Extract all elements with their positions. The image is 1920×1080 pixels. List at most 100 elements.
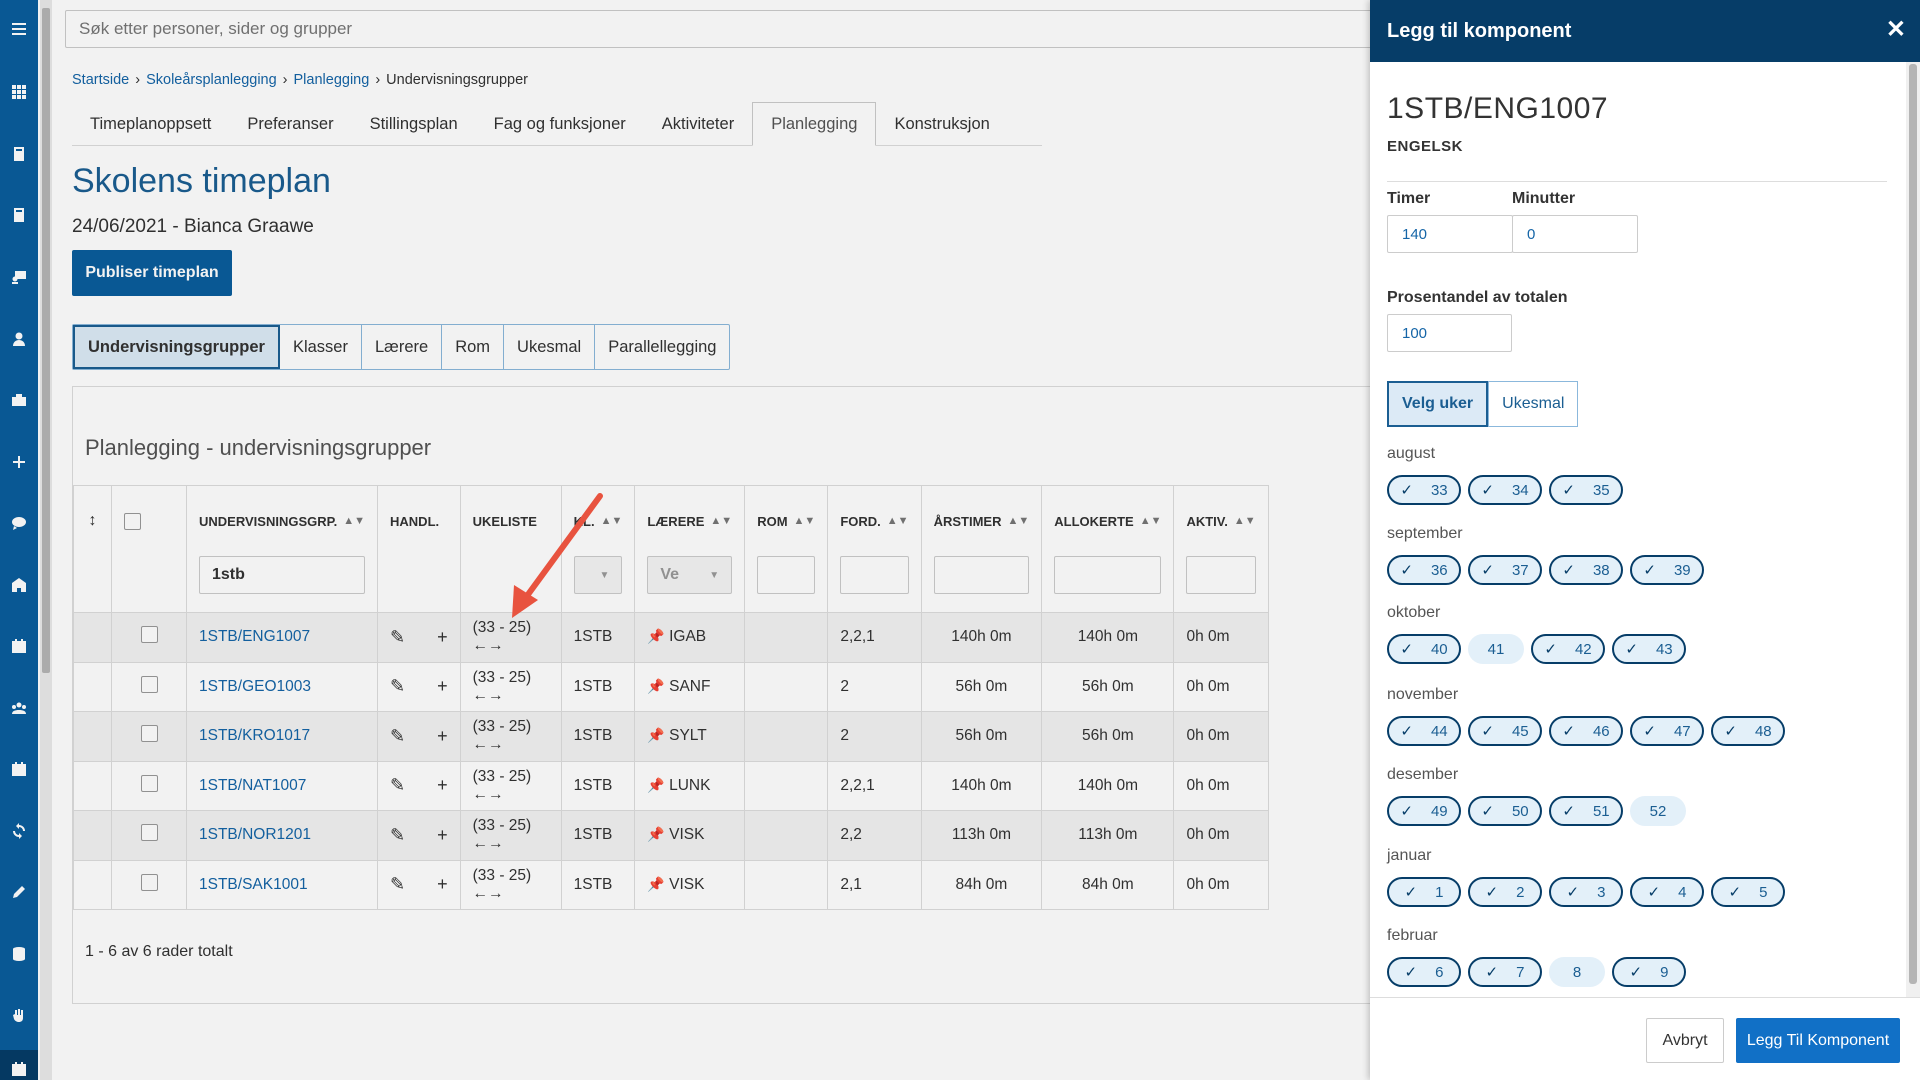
plus-icon[interactable]: + <box>437 627 448 648</box>
chat-icon[interactable] <box>0 504 38 542</box>
distribution-filter-input[interactable] <box>840 556 909 594</box>
group-link[interactable]: 1STB/ENG1007 <box>185 612 379 663</box>
pencil-icon[interactable]: ✎ <box>390 726 405 747</box>
school-icon[interactable] <box>0 566 38 604</box>
arrows-icon[interactable]: ←→ <box>473 736 504 753</box>
week-toggle-49[interactable]: ✓ 49 <box>1387 796 1461 826</box>
arrows-icon[interactable]: ←→ <box>473 885 504 902</box>
table-row[interactable]: 1STB/SAK1001 ✎ + (33 - 25) ←→ 1STB 📌 VISK… <box>73 859 1269 910</box>
week-toggle-50[interactable]: ✓ 50 <box>1468 796 1542 826</box>
week-toggle-48[interactable]: ✓ 48 <box>1711 716 1785 746</box>
breadcrumb-planlegging[interactable]: Planlegging <box>294 72 370 88</box>
search-input[interactable]: Søk etter personer, sider og grupper <box>65 10 1435 48</box>
week-toggle-40[interactable]: ✓ 40 <box>1387 634 1461 664</box>
close-icon[interactable]: ✕ <box>1886 16 1906 44</box>
sort-icon[interactable]: ▲▼ <box>601 515 623 527</box>
sync-icon[interactable] <box>0 812 38 850</box>
col-undervisningsgrp[interactable]: UNDERVISNINGSGRP. ▲▼ 1stb <box>185 485 379 613</box>
breadcrumb-startside[interactable]: Startside <box>72 72 129 88</box>
teacher-filter-select[interactable]: Ve ▼ <box>647 556 733 594</box>
week-toggle-51[interactable]: ✓ 51 <box>1549 796 1623 826</box>
col-allokerte[interactable]: ALLOKERTE ▲▼ <box>1041 485 1175 613</box>
toggle-ukesmal[interactable]: Ukesmal <box>1488 381 1579 427</box>
drawer-scrollbar[interactable] <box>1906 62 1920 997</box>
week-toggle-36[interactable]: ✓ 36 <box>1387 555 1461 585</box>
plus-icon[interactable]: + <box>437 726 448 747</box>
pencil-icon[interactable]: ✎ <box>390 874 405 895</box>
sort-icon[interactable]: ▲▼ <box>1140 515 1162 527</box>
briefcase-icon[interactable] <box>0 381 38 419</box>
col-arstimer[interactable]: ÅRSTIMER ▲▼ <box>920 485 1043 613</box>
hours-input[interactable]: 140 <box>1387 215 1513 253</box>
row-checkbox[interactable] <box>140 824 158 842</box>
week-toggle-37[interactable]: ✓ 37 <box>1468 555 1542 585</box>
segment-rom[interactable]: Rom <box>442 325 505 369</box>
plus-icon[interactable]: + <box>437 676 448 697</box>
plus-icon[interactable]: + <box>437 874 448 895</box>
week-toggle-4[interactable]: ✓ 4 <box>1630 877 1704 907</box>
monitor-user-icon[interactable] <box>0 258 38 296</box>
week-toggle-38[interactable]: ✓ 38 <box>1549 555 1623 585</box>
row-checkbox[interactable] <box>140 725 158 743</box>
segment-laerere[interactable]: Lærere <box>362 325 443 369</box>
row-checkbox[interactable] <box>140 675 158 693</box>
pencil-icon[interactable]: ✎ <box>390 825 405 846</box>
segment-ukesmal[interactable]: Ukesmal <box>504 325 596 369</box>
plus-icon[interactable]: + <box>437 825 448 846</box>
table-row[interactable]: 1STB/NAT1007 ✎ + (33 - 25) ←→ 1STB 📌 LUNK… <box>73 760 1269 811</box>
breadcrumb-skolearsplanlegging[interactable]: Skoleårsplanlegging <box>146 72 277 88</box>
select-all-checkbox[interactable] <box>124 512 141 530</box>
week-toggle-39[interactable]: ✓ 39 <box>1630 555 1704 585</box>
calendar-icon[interactable] <box>0 1050 38 1080</box>
col-laerere[interactable]: LÆRERE ▲▼ Ve ▼ <box>634 485 746 613</box>
yearhours-filter-input[interactable] <box>933 556 1030 594</box>
week-toggle-2[interactable]: ✓ 2 <box>1468 877 1542 907</box>
menu-icon[interactable] <box>0 10 38 48</box>
minutes-input[interactable]: 0 <box>1512 215 1638 253</box>
arrows-icon[interactable]: ←→ <box>473 835 504 852</box>
tab-fag-og-funksjoner[interactable]: Fag og funksjoner <box>476 102 644 146</box>
week-toggle-6[interactable]: ✓ 6 <box>1387 957 1461 987</box>
pencil-icon[interactable] <box>0 873 38 911</box>
week-toggle-47[interactable]: ✓ 47 <box>1630 716 1704 746</box>
week-toggle-9[interactable]: ✓ 9 <box>1612 957 1686 987</box>
group-link[interactable]: 1STB/GEO1003 <box>185 661 379 712</box>
class-filter-select[interactable]: ▼ <box>573 556 623 594</box>
teacher-icon[interactable] <box>0 320 38 358</box>
segment-parallellegging[interactable]: Parallellegging <box>595 325 729 369</box>
week-toggle-46[interactable]: ✓ 46 <box>1549 716 1623 746</box>
week-toggle-7[interactable]: ✓ 7 <box>1468 957 1542 987</box>
col-aktiv[interactable]: AKTIV. ▲▼ <box>1173 485 1269 613</box>
table-row[interactable]: 1STB/GEO1003 ✎ + (33 - 25) ←→ 1STB 📌 SANF… <box>73 661 1269 712</box>
week-toggle-44[interactable]: ✓ 44 <box>1387 716 1461 746</box>
week-toggle-1[interactable]: ✓ 1 <box>1387 877 1461 907</box>
table-row[interactable]: 1STB/ENG1007 ✎ + (33 - 25) ←→ 1STB 📌 IGAB… <box>73 612 1269 663</box>
row-checkbox[interactable] <box>140 774 158 792</box>
calendar-icon[interactable] <box>0 627 38 665</box>
week-toggle-41[interactable]: 41 <box>1468 634 1524 664</box>
sort-icon[interactable]: ▲▼ <box>887 515 909 527</box>
tab-planlegging[interactable]: Planlegging <box>752 102 877 146</box>
cancel-button[interactable]: Avbryt <box>1646 1018 1724 1063</box>
add-component-button[interactable]: Legg Til Komponent <box>1736 1018 1900 1063</box>
arrows-icon[interactable]: ←→ <box>473 786 504 803</box>
col-rom[interactable]: ROM ▲▼ <box>744 485 829 613</box>
sort-icon[interactable]: ▲▼ <box>794 515 816 527</box>
sort-icon[interactable]: ▲▼ <box>1234 515 1256 527</box>
pencil-icon[interactable]: ✎ <box>390 627 405 648</box>
pencil-icon[interactable]: ✎ <box>390 775 405 796</box>
pencil-icon[interactable]: ✎ <box>390 676 405 697</box>
tab-preferanser[interactable]: Preferanser <box>229 102 351 146</box>
toggle-velg-uker[interactable]: Velg uker <box>1387 381 1489 427</box>
week-toggle-33[interactable]: ✓ 33 <box>1387 475 1461 505</box>
arrows-icon[interactable]: ←→ <box>473 637 504 654</box>
sort-vertical-icon[interactable]: ↕ <box>86 486 99 556</box>
arrows-icon[interactable]: ←→ <box>473 687 504 704</box>
week-toggle-35[interactable]: ✓ 35 <box>1549 475 1623 505</box>
group-link[interactable]: 1STB/SAK1001 <box>185 859 379 910</box>
plus-icon[interactable] <box>0 443 38 481</box>
group-icon[interactable] <box>0 689 38 727</box>
database-icon[interactable] <box>0 935 38 973</box>
calendar-check-icon[interactable] <box>0 750 38 788</box>
col-ukeliste[interactable]: UKELISTE <box>459 485 562 613</box>
